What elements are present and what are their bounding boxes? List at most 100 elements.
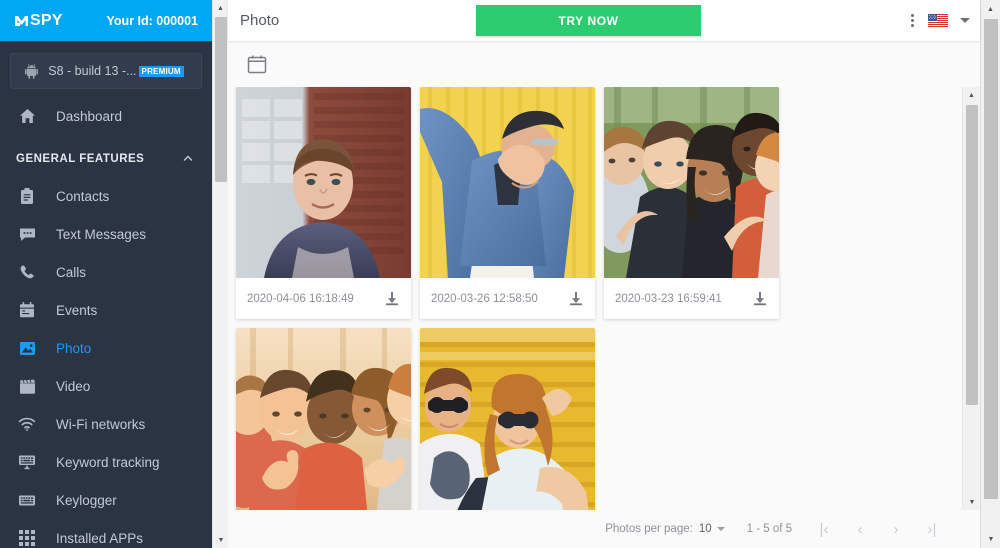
photo-card[interactable] <box>420 328 595 510</box>
page-scroll-thumb[interactable] <box>984 19 998 499</box>
photo-card-footer: 2020-03-23 16:59:41 <box>604 278 779 319</box>
scroll-up-arrow-icon[interactable]: ▲ <box>963 87 980 103</box>
paginator: Photos per page: 10 1 - 5 of 5 |‹ ‹ › ›| <box>228 510 962 548</box>
first-page-button[interactable]: |‹ <box>806 514 842 544</box>
sidebar-item-events[interactable]: Events <box>0 291 212 329</box>
keyboard-icon <box>16 490 38 510</box>
device-name-text: S8 - build 13 -... <box>48 64 137 78</box>
home-icon <box>16 106 38 126</box>
contacts-icon <box>16 186 38 206</box>
device-label: S8 - build 13 -... PREMIUM <box>41 64 191 78</box>
photo-timestamp: 2020-03-26 12:58:50 <box>431 292 538 305</box>
sidebar-item-label: Installed APPs <box>56 530 144 546</box>
photo-card[interactable]: 2020-03-23 16:59:41 <box>236 328 411 510</box>
next-page-button[interactable]: › <box>878 514 914 544</box>
user-id-label: Your Id: 000001 <box>106 13 198 28</box>
device-selector[interactable]: S8 - build 13 -... PREMIUM <box>10 53 202 89</box>
scroll-down-arrow-icon[interactable]: ▼ <box>963 494 981 510</box>
sidebar-item-label: Dashboard <box>56 108 123 124</box>
app-root: SPY Your Id: 000001 S8 - build 13 -... P… <box>0 0 1000 548</box>
photo-thumbnail[interactable] <box>236 328 411 510</box>
sidebar-item-label: Calls <box>56 264 87 280</box>
content-area: 2020-04-06 16:18:49 2020-03-26 12:58:50 … <box>228 41 980 548</box>
page-title: Photo <box>240 12 280 29</box>
top-bar: Photo TRY NOW <box>228 0 980 41</box>
calendar-icon[interactable] <box>246 53 268 75</box>
sidebar-item-keylogger[interactable]: Keylogger <box>0 481 212 519</box>
photo-panel-scrollbar[interactable]: ▲ ▼ <box>962 87 980 510</box>
phone-icon <box>16 262 38 282</box>
photo-timestamp: 2020-03-23 16:59:41 <box>615 292 722 305</box>
sidebar-item-dashboard[interactable]: Dashboard <box>0 97 212 135</box>
scroll-down-arrow-icon[interactable]: ▼ <box>213 532 229 548</box>
sidebar-item-calls[interactable]: Calls <box>0 253 212 291</box>
mspy-logo: SPY <box>14 12 63 30</box>
sidebar-item-text-messages[interactable]: Text Messages <box>0 215 212 253</box>
sidebar-item-label: Photo <box>56 340 92 356</box>
photo-thumbnail[interactable] <box>420 87 595 278</box>
photo-card[interactable]: 2020-03-23 16:59:41 <box>604 87 779 319</box>
sidebar-item-photo[interactable]: Photo <box>0 329 212 367</box>
sidebar-item-installed-apps[interactable]: Installed APPs <box>0 519 212 548</box>
sidebar-item-wifi-networks[interactable]: Wi-Fi networks <box>0 405 212 443</box>
photo-card-footer: 2020-03-26 12:58:50 <box>420 278 595 319</box>
m-logo-mark <box>14 14 29 28</box>
sidebar-item-label: Wi-Fi networks <box>56 416 146 432</box>
try-now-button[interactable]: TRY NOW <box>476 5 701 36</box>
sidebar-scroll-thumb[interactable] <box>215 17 227 182</box>
page-range-label: 1 - 5 of 5 <box>746 523 792 535</box>
us-flag-icon[interactable] <box>928 14 948 27</box>
scroll-up-arrow-icon[interactable]: ▲ <box>981 0 1000 18</box>
main-area: Photo TRY NOW 2020-04-06 16:18:49 2020-0… <box>228 0 980 548</box>
brand-header: SPY Your Id: 000001 <box>0 0 212 41</box>
sidebar-item-keyword-tracking[interactable]: Keyword tracking <box>0 443 212 481</box>
chevron-down-icon[interactable] <box>960 18 970 23</box>
brand-name: SPY <box>30 11 63 29</box>
calendar-icon <box>16 300 38 320</box>
chevron-up-icon <box>182 153 194 165</box>
message-icon <box>16 224 38 244</box>
premium-badge: PREMIUM <box>138 65 184 77</box>
photo-icon <box>16 338 38 358</box>
photo-panel-scroll-thumb[interactable] <box>966 105 978 405</box>
per-page-label: Photos per page: <box>605 523 693 535</box>
sidebar-item-label: Keylogger <box>56 492 117 508</box>
photo-thumbnail[interactable] <box>420 328 595 510</box>
chevron-down-icon <box>716 527 725 531</box>
photo-timestamp: 2020-04-06 16:18:49 <box>247 292 354 305</box>
sidebar-item-label: Contacts <box>56 188 110 204</box>
photo-grid: 2020-04-06 16:18:49 2020-03-26 12:58:50 … <box>228 87 962 510</box>
photo-thumbnail[interactable] <box>236 87 411 278</box>
photo-card[interactable]: 2020-04-06 16:18:49 <box>236 87 411 319</box>
scroll-up-arrow-icon[interactable]: ▲ <box>213 0 228 16</box>
sidebar: SPY Your Id: 000001 S8 - build 13 -... P… <box>0 0 212 548</box>
download-icon[interactable] <box>568 291 584 307</box>
android-icon <box>21 63 41 79</box>
sidebar-item-video[interactable]: Video <box>0 367 212 405</box>
sidebar-scrollbar[interactable]: ▲ ▼ <box>212 0 228 548</box>
scroll-down-arrow-icon[interactable]: ▼ <box>981 530 1000 548</box>
sidebar-item-label: Events <box>56 302 98 318</box>
sidebar-section-general-features[interactable]: GENERAL FEATURES <box>0 141 212 177</box>
per-page-value: 10 <box>698 523 712 535</box>
download-icon[interactable] <box>752 291 768 307</box>
photo-thumbnail[interactable] <box>604 87 779 278</box>
section-label: GENERAL FEATURES <box>16 153 145 165</box>
photo-card-footer: 2020-04-06 16:18:49 <box>236 278 411 319</box>
photo-card[interactable]: 2020-03-26 12:58:50 <box>420 87 595 319</box>
video-icon <box>16 376 38 396</box>
sidebar-item-contacts[interactable]: Contacts <box>0 177 212 215</box>
last-page-button[interactable]: ›| <box>914 514 950 544</box>
prev-page-button[interactable]: ‹ <box>842 514 878 544</box>
keyword-icon <box>16 452 38 472</box>
kebab-menu-icon[interactable] <box>909 10 916 31</box>
sidebar-item-label: Text Messages <box>56 226 147 242</box>
apps-grid-icon <box>16 528 38 548</box>
sidebar-item-label: Keyword tracking <box>56 454 160 470</box>
top-bar-actions <box>909 0 970 41</box>
page-scrollbar[interactable]: ▲ ▼ <box>980 0 1000 548</box>
wifi-icon <box>16 414 38 434</box>
per-page-select[interactable]: 10 <box>699 523 725 535</box>
download-icon[interactable] <box>384 291 400 307</box>
sidebar-item-label: Video <box>56 378 91 394</box>
